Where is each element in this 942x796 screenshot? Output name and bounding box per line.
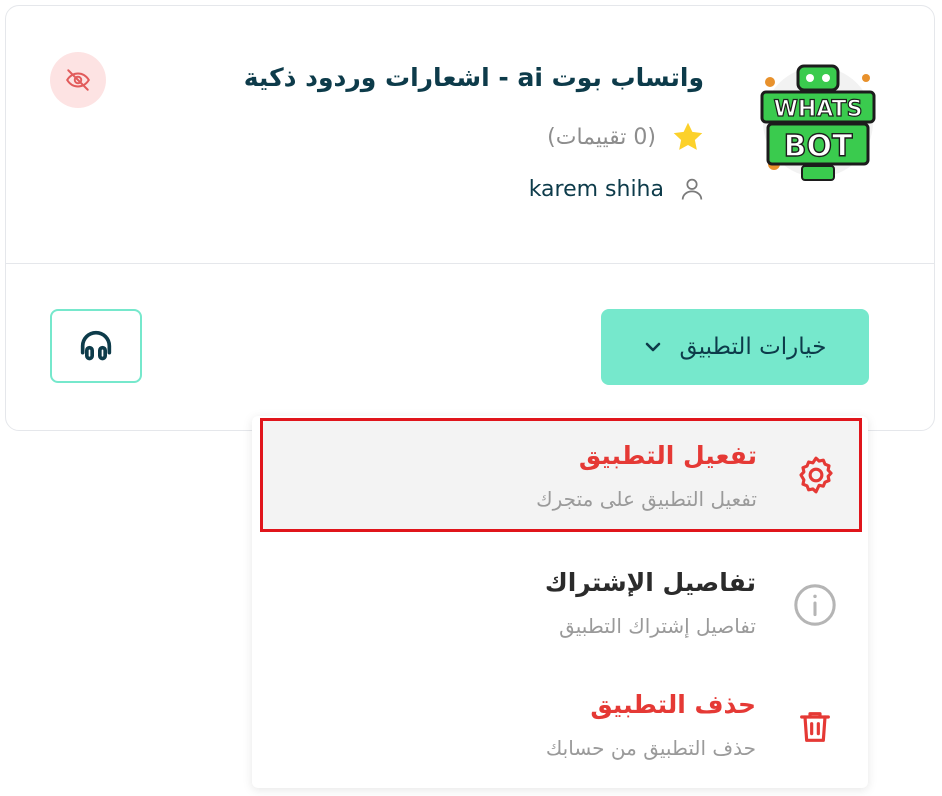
info-icon (792, 582, 838, 628)
menu-item-activate-app[interactable]: تفعيل التطبيق تفعيل التطبيق على متجرك (260, 418, 862, 532)
menu-item-title: تفاصيل الإشتراك (544, 568, 756, 597)
menu-item-subscription-details[interactable]: تفاصيل الإشتراك تفاصيل إشتراك التطبيق (252, 544, 868, 666)
rating-count: (0 تقييمات) (547, 124, 656, 150)
logo-text-top: WHATS (774, 97, 863, 122)
star-icon (670, 119, 706, 155)
support-button[interactable] (50, 309, 142, 383)
menu-item-description: حذف التطبيق من حسابك (545, 736, 756, 760)
menu-item-description: تفعيل التطبيق على متجرك (536, 487, 757, 511)
author-row: karem shiha (529, 174, 706, 204)
author-name: karem shiha (528, 176, 664, 202)
user-icon (678, 174, 706, 204)
visibility-off-badge[interactable] (50, 52, 106, 108)
menu-item-description: تفاصيل إشتراك التطبيق (559, 614, 756, 638)
rating-row: (0 تقييمات) (547, 119, 706, 155)
menu-item-title: حذف التطبيق (590, 690, 756, 719)
menu-item-title: تفعيل التطبيق (578, 441, 757, 470)
logo-text-bottom: BOT (784, 129, 853, 164)
app-options-menu: تفعيل التطبيق تفعيل التطبيق على متجرك تف… (252, 416, 868, 788)
headset-icon (80, 330, 112, 361)
card-divider (6, 263, 934, 264)
menu-item-delete-app[interactable]: حذف التطبيق حذف التطبيق من حسابك (252, 666, 868, 788)
eye-off-icon (66, 69, 90, 91)
app-card: واتساب بوت ai - اشعارات وردود ذكية (0 تق… (5, 5, 935, 431)
gear-icon (793, 452, 839, 498)
chevron-down-icon (644, 341, 662, 353)
trash-icon (792, 704, 838, 750)
app-options-label: خيارات التطبيق (679, 334, 827, 360)
app-title: واتساب بوت ai - اشعارات وردود ذكية (243, 63, 704, 92)
app-options-button[interactable]: خيارات التطبيق (601, 309, 869, 385)
app-logo: WHATS BOT (748, 52, 888, 192)
